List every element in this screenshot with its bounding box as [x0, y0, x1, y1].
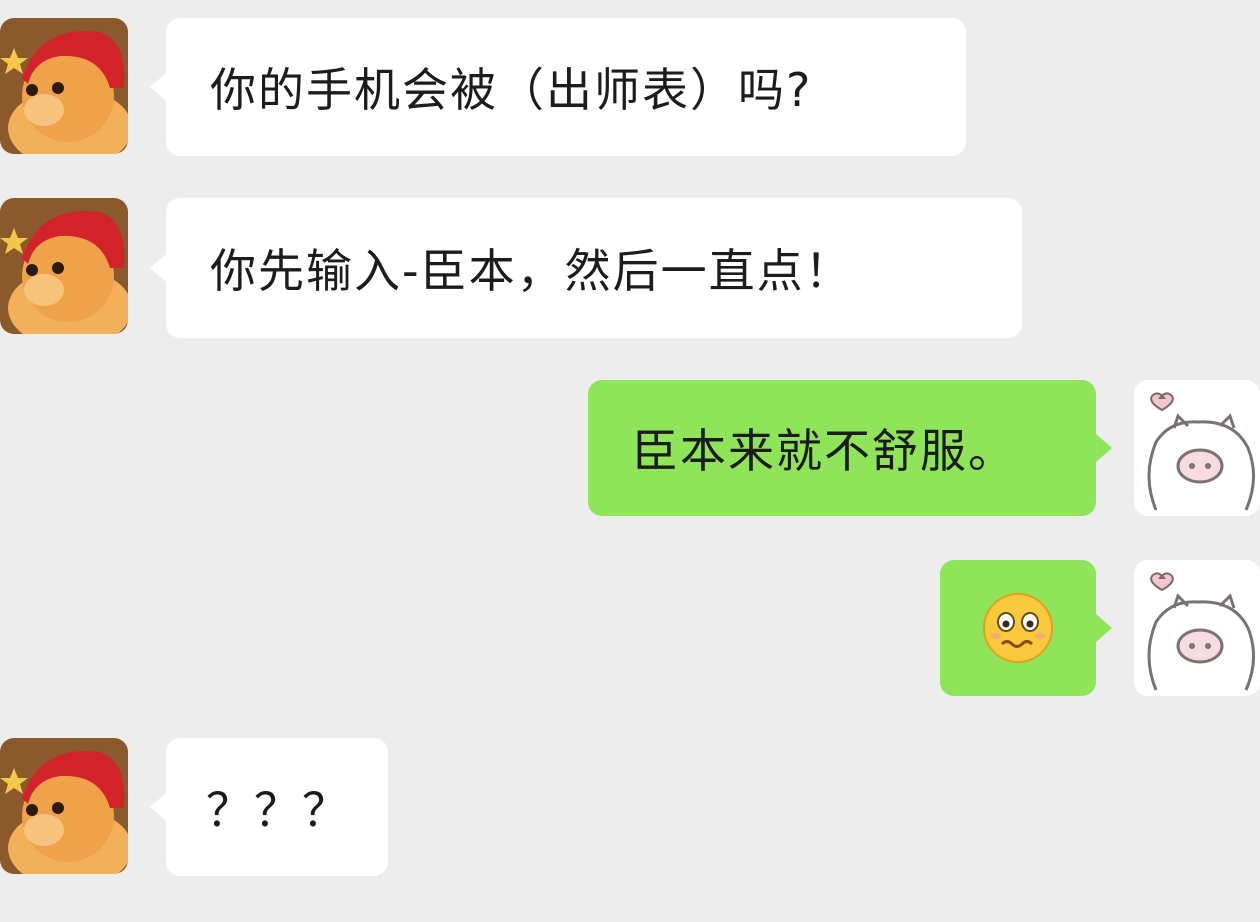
red-hat-doll-avatar[interactable]	[0, 198, 128, 334]
message-bubble[interactable]: ？？？	[150, 738, 388, 876]
pig-sketch-avatar[interactable]	[1134, 560, 1260, 696]
message-text: 你的手机会被（出师表）吗?	[210, 63, 813, 117]
red-hat-doll-avatar[interactable]	[0, 738, 128, 874]
message-bubble[interactable]	[940, 560, 1112, 696]
message-bubble[interactable]: 你先输入-臣本，然后一直点！	[150, 198, 1022, 338]
message-bubble[interactable]: 你的手机会被（出师表）吗?	[150, 18, 966, 156]
pig-sketch-avatar[interactable]	[1134, 380, 1260, 516]
red-hat-doll-avatar[interactable]	[0, 18, 128, 154]
chat-area: 你的手机会被（出师表）吗? 你先输入-臣本，然后一直点！ 臣本来就不舒服。 ？？…	[0, 0, 1260, 922]
message-bubble[interactable]: 臣本来就不舒服。	[588, 380, 1112, 516]
message-text: 你先输入-臣本，然后一直点！	[210, 244, 853, 298]
message-text: 臣本来就不舒服。	[632, 424, 1016, 478]
message-text: ？？？	[206, 783, 350, 837]
worried-face-emoji	[983, 593, 1053, 663]
